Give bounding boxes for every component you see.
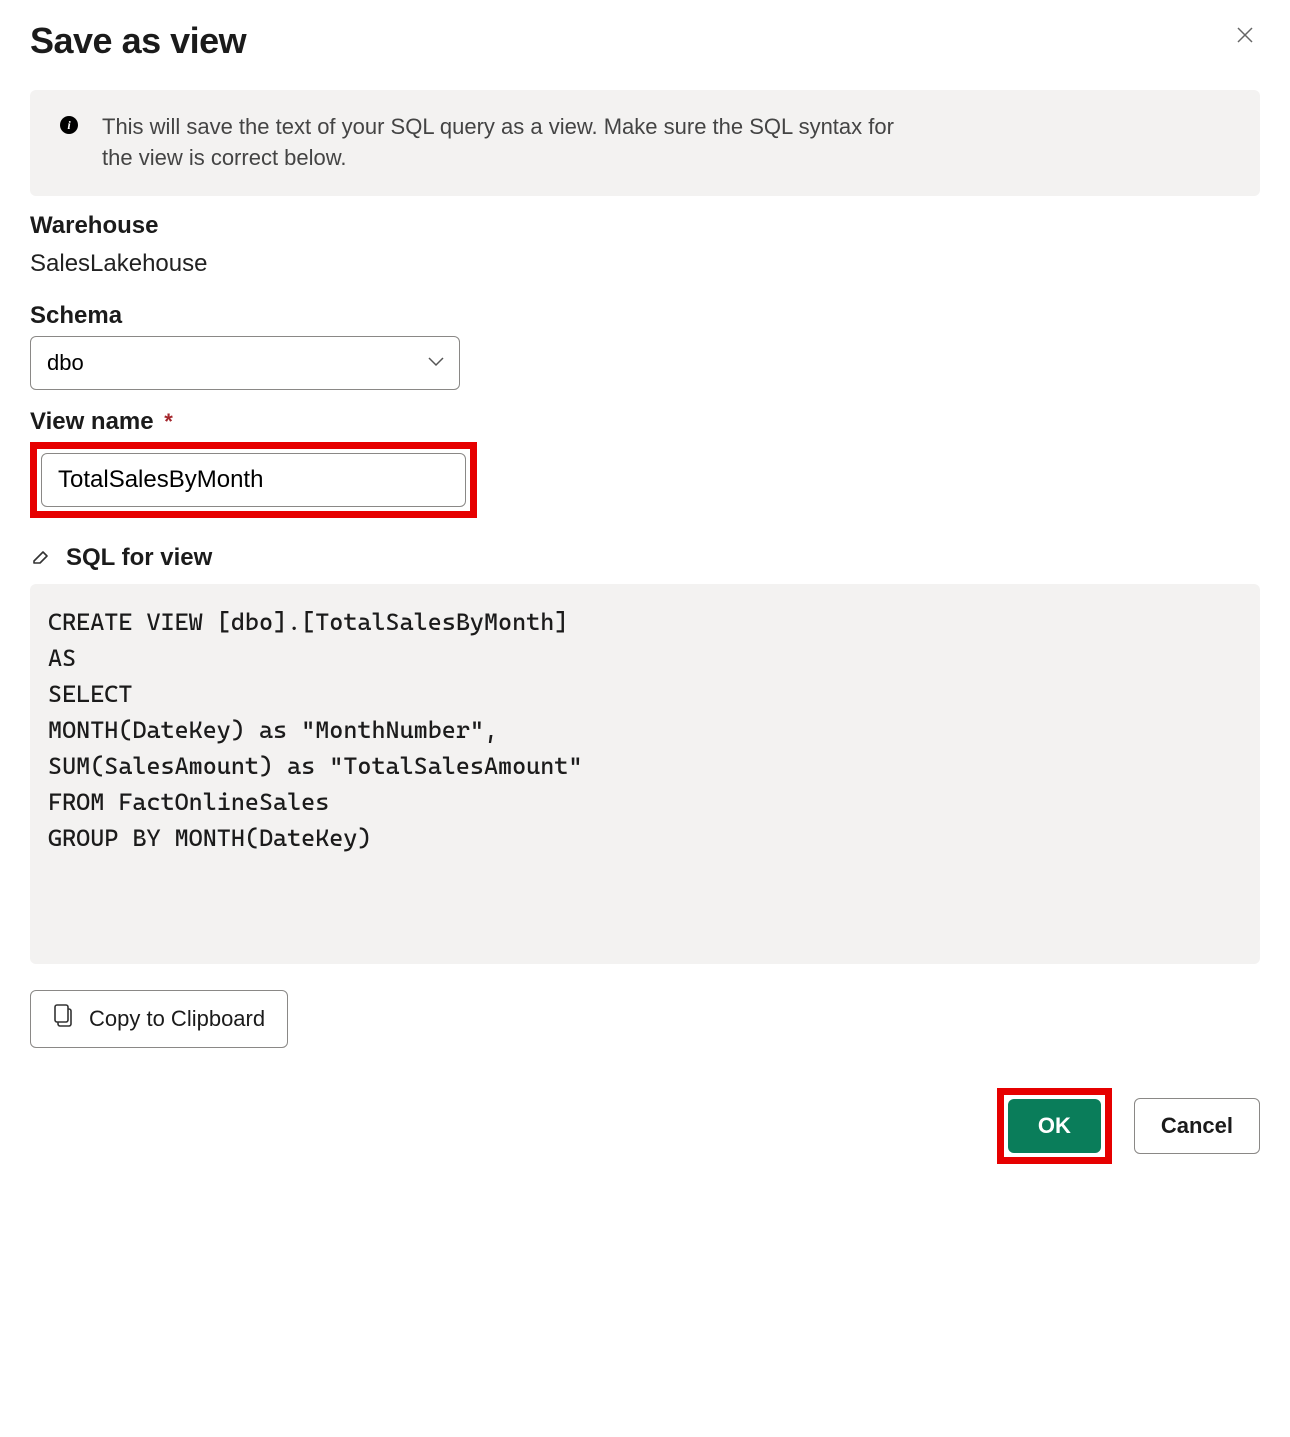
eraser-icon xyxy=(30,544,52,571)
info-icon: i xyxy=(60,116,78,134)
ok-highlight: OK xyxy=(997,1088,1112,1164)
info-banner: i This will save the text of your SQL qu… xyxy=(30,90,1260,196)
copy-icon xyxy=(53,1003,75,1035)
info-text: This will save the text of your SQL quer… xyxy=(102,112,922,174)
view-name-highlight xyxy=(30,442,477,518)
view-name-label: View name * xyxy=(30,408,1260,436)
required-asterisk: * xyxy=(164,409,173,434)
sql-header: SQL for view xyxy=(30,544,1260,572)
view-name-input[interactable] xyxy=(41,453,466,507)
sql-code-box[interactable]: CREATE VIEW [dbo].[TotalSalesByMonth] AS… xyxy=(30,584,1260,964)
warehouse-label: Warehouse xyxy=(30,212,1260,240)
close-icon xyxy=(1236,24,1254,49)
schema-label: Schema xyxy=(30,302,1260,330)
view-name-label-text: View name xyxy=(30,408,154,435)
sql-heading: SQL for view xyxy=(66,544,212,572)
ok-button[interactable]: OK xyxy=(1008,1099,1101,1153)
dialog-title: Save as view xyxy=(30,20,246,62)
dialog-header: Save as view xyxy=(30,20,1260,62)
schema-select[interactable]: dbo xyxy=(30,336,460,390)
warehouse-value: SalesLakehouse xyxy=(30,250,1260,278)
copy-clipboard-button[interactable]: Copy to Clipboard xyxy=(30,990,288,1048)
close-button[interactable] xyxy=(1230,20,1260,54)
schema-select-wrap: dbo xyxy=(30,336,460,390)
dialog-actions: OK Cancel xyxy=(30,1088,1260,1164)
copy-button-label: Copy to Clipboard xyxy=(89,1006,265,1032)
cancel-button[interactable]: Cancel xyxy=(1134,1098,1260,1154)
